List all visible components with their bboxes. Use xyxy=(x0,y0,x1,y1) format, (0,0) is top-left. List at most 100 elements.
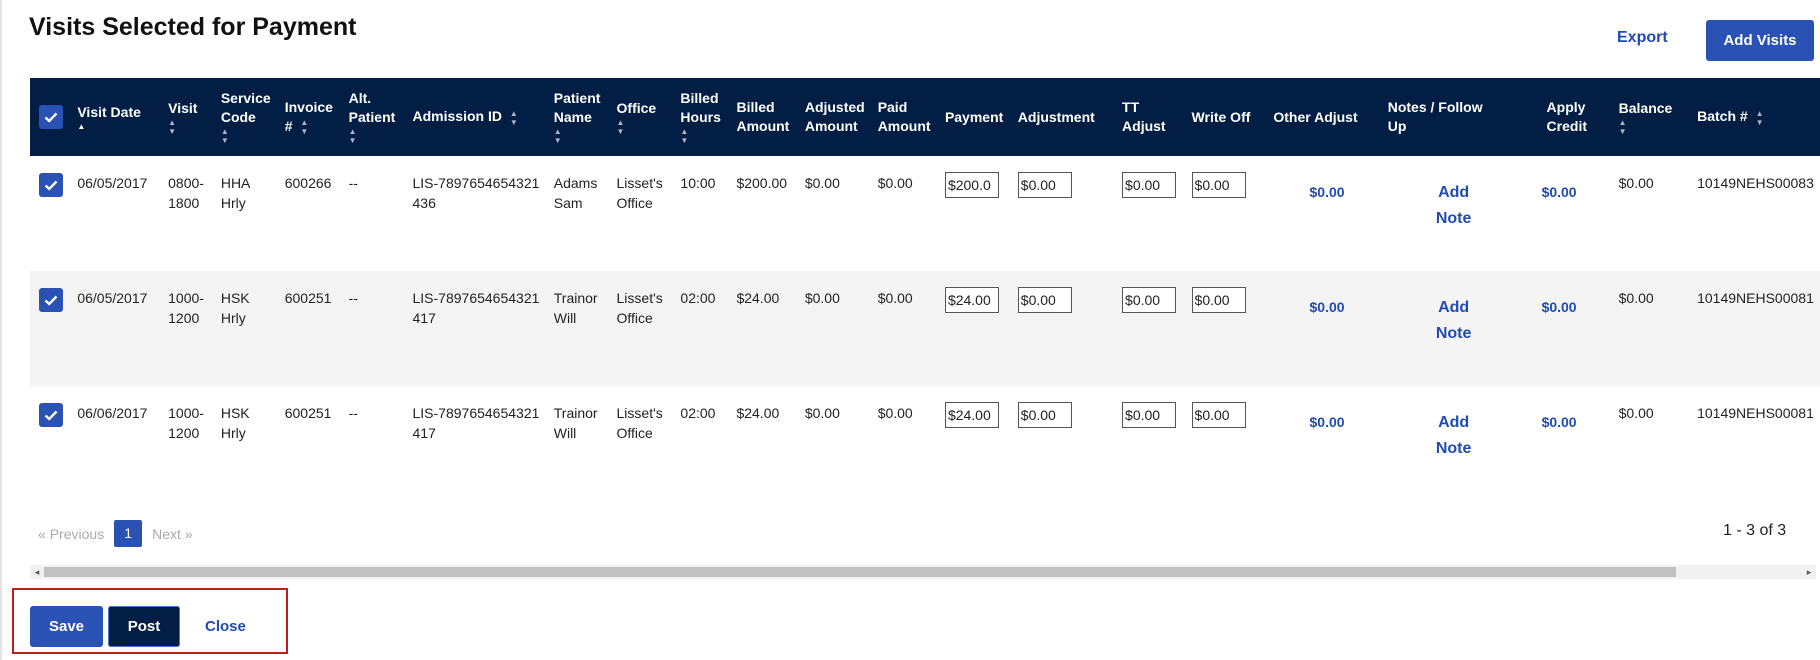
close-link[interactable]: Close xyxy=(205,618,246,635)
row-select-cell[interactable] xyxy=(30,386,70,486)
cell-office: Lisset's Office xyxy=(616,175,663,211)
column-label: Notes / Follow Up xyxy=(1387,99,1483,134)
column-label: Billed Amount xyxy=(736,99,790,134)
column-header-service-code[interactable]: Service Code ▲ ▼ xyxy=(214,78,278,156)
row-checkbox[interactable] xyxy=(39,403,63,427)
save-button[interactable]: Save xyxy=(30,606,103,647)
cell-adjustment xyxy=(1011,271,1115,386)
column-label: Apply Credit xyxy=(1546,99,1587,134)
cell-apply-credit: $0.00 xyxy=(1500,271,1612,386)
payment-input[interactable] xyxy=(944,287,999,313)
cell-balance: $0.00 xyxy=(1618,175,1654,191)
column-header-billed-hours[interactable]: Billed Hours ▲ ▼ xyxy=(673,78,729,156)
cell-patient-name: Trainor Will xyxy=(553,405,598,441)
row-checkbox[interactable] xyxy=(39,288,63,312)
pagination-next-label: Next xyxy=(152,525,181,542)
other-adjust-link[interactable]: $0.00 xyxy=(1273,288,1380,317)
column-header-visit-date[interactable]: Visit Date ▲ xyxy=(70,78,161,156)
cell-billed-amount: $200.00 xyxy=(736,175,788,191)
sort-icon: ▲ ▼ xyxy=(680,127,689,145)
select-all-checkbox[interactable] xyxy=(39,105,63,129)
pagination-next[interactable]: Next » xyxy=(152,526,192,542)
column-header-alt-patient[interactable]: Alt. Patient ▲ ▼ xyxy=(342,78,406,156)
column-label: Alt. Patient xyxy=(348,90,396,125)
column-header-admission-id[interactable]: Admission ID ▲ ▼ xyxy=(406,78,547,156)
cell-patient-name: Adams Sam xyxy=(553,175,598,211)
cell-adjustment xyxy=(1011,156,1115,271)
column-header-adjustment: Adjustment xyxy=(1011,78,1115,156)
column-label: Patient Name xyxy=(553,90,601,125)
cell-other-adjust: $0.00 xyxy=(1266,271,1380,386)
cell-invoice: 600251 xyxy=(284,405,332,421)
cell-visit-date: 06/05/2017 xyxy=(77,290,148,306)
column-label: Batch # xyxy=(1697,108,1748,125)
cell-apply-credit: $0.00 xyxy=(1500,156,1612,271)
apply-credit-link[interactable]: $0.00 xyxy=(1507,288,1612,317)
arrow-right-icon[interactable]: ▸ xyxy=(1802,565,1816,579)
column-header-visit[interactable]: Visit ▲ ▼ xyxy=(161,78,214,156)
cell-adjusted-amount: $0.00 xyxy=(804,175,840,191)
table-header-row: Visit Date ▲ Visit ▲ ▼ Service Code ▲ ▼ In… xyxy=(30,78,1820,156)
column-header-paid-amount: Paid Amount xyxy=(871,78,938,156)
column-label: Invoice # xyxy=(284,98,333,134)
column-header-balance[interactable]: Balance ▲ ▼ xyxy=(1612,78,1690,156)
post-button[interactable]: Post xyxy=(108,606,180,647)
column-label: Office xyxy=(616,99,657,116)
cell-alt-patient: -- xyxy=(348,175,358,191)
pagination-page-current[interactable]: 1 xyxy=(114,520,143,547)
column-header-notes: Notes / Follow Up xyxy=(1381,78,1500,156)
other-adjust-link[interactable]: $0.00 xyxy=(1273,403,1380,432)
column-label: Admission ID xyxy=(412,108,502,125)
write-off-input[interactable] xyxy=(1191,402,1246,428)
column-label: Billed Hours xyxy=(680,90,721,125)
payment-input[interactable] xyxy=(944,172,999,198)
arrow-left-icon[interactable]: ◂ xyxy=(30,565,44,579)
table-row: 06/06/2017 1000-1200 HSK Hrly 600251 -- … xyxy=(30,386,1820,486)
column-header-batch[interactable]: Batch # ▲ ▼ xyxy=(1690,78,1820,156)
tt-adjust-input[interactable] xyxy=(1122,287,1177,313)
add-note-link[interactable]: Add Note xyxy=(1414,403,1474,462)
cell-tt-adjust xyxy=(1115,386,1185,486)
cell-visit-date: 06/06/2017 xyxy=(77,405,148,421)
cell-office: Lisset's Office xyxy=(616,290,663,326)
cell-batch: 10149NEHS00081 xyxy=(1697,290,1814,306)
sort-icon: ▲ ▼ xyxy=(1618,117,1627,136)
apply-credit-link[interactable]: $0.00 xyxy=(1507,173,1612,202)
cell-other-adjust: $0.00 xyxy=(1266,386,1380,486)
row-select-cell[interactable] xyxy=(30,156,70,271)
cell-admission-id: LIS-7897654654321417 xyxy=(412,290,540,326)
write-off-input[interactable] xyxy=(1191,172,1246,198)
column-label: Visit xyxy=(168,99,198,116)
payment-input[interactable] xyxy=(944,402,999,428)
header-select-all[interactable] xyxy=(30,78,70,156)
row-select-cell[interactable] xyxy=(30,271,70,386)
column-label: Adjusted Amount xyxy=(804,99,865,134)
horizontal-scrollbar[interactable]: ◂ ▸ xyxy=(30,565,1816,579)
cell-alt-patient: -- xyxy=(348,290,358,306)
adjustment-input[interactable] xyxy=(1017,287,1072,313)
scrollbar-thumb[interactable] xyxy=(44,567,1676,577)
column-label: TT Adjust xyxy=(1122,99,1166,134)
apply-credit-link[interactable]: $0.00 xyxy=(1507,403,1612,432)
add-note-link[interactable]: Add Note xyxy=(1414,173,1474,232)
other-adjust-link[interactable]: $0.00 xyxy=(1273,173,1380,202)
tt-adjust-input[interactable] xyxy=(1122,402,1177,428)
add-visits-button[interactable]: Add Visits xyxy=(1706,20,1814,61)
adjustment-input[interactable] xyxy=(1017,402,1072,428)
tt-adjust-input[interactable] xyxy=(1122,172,1177,198)
pagination-previous[interactable]: « Previous xyxy=(38,526,104,542)
column-header-invoice[interactable]: Invoice # ▲ ▼ xyxy=(278,78,342,156)
check-icon xyxy=(44,180,58,191)
export-link[interactable]: Export xyxy=(1617,29,1668,47)
cell-billed-amount: $24.00 xyxy=(736,290,780,306)
cell-visit: 1000-1200 xyxy=(168,405,204,441)
column-header-patient-name[interactable]: Patient Name ▲ ▼ xyxy=(547,78,610,156)
adjustment-input[interactable] xyxy=(1017,172,1072,198)
sort-asc-icon: ▲ xyxy=(77,122,86,131)
cell-payment xyxy=(938,386,1011,486)
add-note-link[interactable]: Add Note xyxy=(1414,288,1474,347)
write-off-input[interactable] xyxy=(1191,287,1246,313)
column-header-office[interactable]: Office ▲ ▼ xyxy=(610,78,674,156)
row-checkbox[interactable] xyxy=(39,173,63,197)
cell-alt-patient: -- xyxy=(348,405,358,421)
